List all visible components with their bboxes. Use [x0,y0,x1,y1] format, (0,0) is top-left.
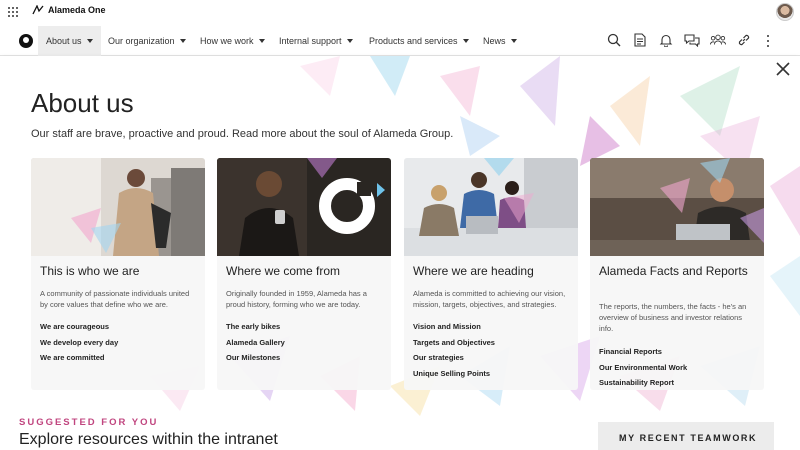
brand-logo-icon [32,5,44,15]
nav-item-internal-support[interactable]: Internal support [271,26,361,56]
nav-item-label: Our organization [108,36,175,46]
brand[interactable]: Alameda One [32,5,106,15]
card-link[interactable]: Our strategies [413,350,569,366]
user-avatar[interactable] [776,3,794,21]
card-where-we-are-heading[interactable]: Where we are heading Alameda is committe… [404,158,578,390]
card-link[interactable]: Targets and Objectives [413,335,569,351]
card-link[interactable]: We are committed [40,350,196,366]
main-navigation: About us Our organization How we work In… [0,26,800,56]
page-subtitle: Our staff are brave, proactive and proud… [31,128,454,140]
page-title: About us [31,88,134,118]
card-image [31,158,205,256]
document-icon[interactable] [632,32,648,48]
about-us-mega-menu: About us Our staff are brave, proactive … [0,56,800,416]
brand-name: Alameda One [48,5,106,15]
section-eyebrow: SUGGESTED FOR YOU [19,417,159,428]
chevron-down-icon [462,39,469,43]
card-description: Alameda is committed to achieving our vi… [413,289,566,309]
recent-teamwork-panel: MY RECENT TEAMWORK [598,422,774,450]
card-link[interactable]: Unique Selling Points [413,366,569,382]
card-image [590,158,764,256]
chevron-down-icon [346,39,353,43]
card-link[interactable]: Vision and Mission [413,319,569,335]
card-description: Originally founded in 1959, Alameda has … [226,289,367,309]
nav-item-our-organization[interactable]: Our organization [100,26,194,56]
recent-teamwork-heading: MY RECENT TEAMWORK [619,433,758,443]
link-icon[interactable] [736,32,752,48]
card-link[interactable]: Financial Reports [599,344,755,360]
nav-item-products-and-services[interactable]: Products and services [361,26,477,56]
card-image [404,158,578,256]
card-where-we-come-from[interactable]: Where we come from Originally founded in… [217,158,391,390]
nav-item-label: Products and services [369,36,458,46]
card-facts-and-reports[interactable]: Alameda Facts and Reports The reports, t… [590,158,764,390]
app-launcher-icon[interactable] [8,7,18,17]
people-icon[interactable] [710,32,726,48]
card-link[interactable]: We develop every day [40,335,196,351]
card-link[interactable]: Our Environmental Work [599,360,755,376]
card-link[interactable]: Our Milestones [226,350,382,366]
card-who-we-are[interactable]: This is who we are A community of passio… [31,158,205,390]
nav-item-news[interactable]: News [475,26,525,56]
nav-item-label: How we work [200,36,254,46]
nav-item-about-us[interactable]: About us [38,26,101,56]
card-link[interactable]: Alameda Gallery [226,335,382,351]
close-icon[interactable] [775,61,791,77]
card-link[interactable]: The early bikes [226,319,382,335]
chevron-down-icon [86,39,93,43]
nav-item-label: Internal support [279,36,342,46]
card-image [217,158,391,256]
card-title: This is who we are [40,264,140,278]
nav-item-how-we-work[interactable]: How we work [192,26,273,56]
home-logo-icon[interactable] [19,34,33,48]
search-icon[interactable] [606,32,622,48]
top-app-bar: Alameda One [0,0,800,24]
chevron-down-icon [258,39,265,43]
chevron-down-icon [179,39,186,43]
nav-item-label: News [483,36,506,46]
chevron-down-icon [510,39,517,43]
page-content: SUGGESTED FOR YOU Explore resources with… [0,416,800,450]
card-link[interactable]: Sustainability Report [599,375,755,390]
bell-icon[interactable] [658,32,674,48]
section-heading: Explore resources within the intranet [19,431,278,448]
card-link[interactable]: We are courageous [40,319,196,335]
card-title: Where we come from [226,264,341,278]
card-title: Where we are heading [413,264,534,278]
more-vertical-icon[interactable] [766,35,770,47]
card-description: The reports, the numbers, the facts - he… [599,302,747,333]
card-description: A community of passionate individuals un… [40,289,190,309]
chat-icon[interactable] [684,32,700,48]
card-title: Alameda Facts and Reports [599,264,748,278]
nav-item-label: About us [46,36,82,46]
